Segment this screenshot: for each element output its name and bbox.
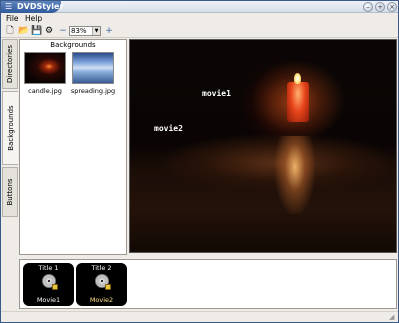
candle-image: [287, 82, 309, 122]
tab-directories-label: Directories: [6, 44, 14, 84]
title-tile[interactable]: Title 2 Movie2: [76, 263, 127, 306]
title-tab: ☰ DVDStyler: [1, 1, 64, 13]
minimize-icon[interactable]: –: [363, 2, 373, 12]
new-file-icon[interactable]: 🗋: [5, 26, 15, 36]
close-icon[interactable]: ×: [387, 2, 397, 12]
title-movie-label: Movie1: [36, 296, 61, 304]
film-badge-icon: [52, 284, 58, 290]
window-title: DVDStyler: [17, 2, 64, 11]
menu-button-movie1[interactable]: movie1: [202, 89, 231, 98]
titles-panel: Title 1 Movie1 Title 2 Movie2: [19, 259, 397, 309]
title-bar: ☰ DVDStyler – + ×: [1, 1, 398, 13]
app-window: ☰ DVDStyler – + × File Help 🗋 📂 💾 ⚙ − 83…: [0, 0, 399, 323]
zoom-value: 83%: [71, 27, 87, 35]
resize-grip-icon[interactable]: ◢: [389, 314, 396, 321]
candle-flame: [294, 73, 301, 84]
toolbar: 🗋 📂 💾 ⚙ − 83% ▼ +: [1, 24, 398, 38]
film-badge-icon: [105, 284, 111, 290]
maximize-icon[interactable]: +: [375, 2, 385, 12]
title-movie-label: Movie2: [89, 296, 114, 304]
floor-reflection: [275, 136, 315, 214]
tab-backgrounds-label: Backgrounds: [6, 105, 15, 151]
zoom-out-icon[interactable]: −: [58, 26, 68, 36]
tab-backgrounds[interactable]: Backgrounds: [2, 91, 18, 165]
open-folder-icon[interactable]: 📂: [18, 26, 29, 36]
background-label: candle.jpg: [28, 87, 62, 95]
window-menu-icon[interactable]: ☰: [5, 3, 13, 11]
background-thumbnail-candle[interactable]: [24, 52, 66, 84]
tab-buttons-label: Buttons: [6, 178, 14, 206]
backgrounds-panel: Backgrounds candle.jpg spreading.jpg: [19, 39, 127, 255]
status-bar: ◢: [1, 311, 398, 322]
tab-directories[interactable]: Directories: [2, 39, 18, 89]
zoom-select[interactable]: 83% ▼: [69, 26, 101, 36]
side-tabs: Directories Backgrounds Buttons: [2, 39, 18, 257]
settings-icon[interactable]: ⚙: [44, 26, 54, 36]
tab-buttons[interactable]: Buttons: [2, 167, 18, 217]
menu-file[interactable]: File: [6, 14, 19, 24]
menu-bar: File Help: [1, 14, 398, 24]
title-tile[interactable]: Title 1 Movie1: [23, 263, 74, 306]
background-label: spreading.jpg: [70, 87, 116, 95]
menu-button-movie2[interactable]: movie2: [154, 124, 183, 133]
title-label: Title 2: [91, 264, 112, 272]
menu-preview-canvas[interactable]: movie1 movie2: [129, 39, 397, 253]
chevron-down-icon[interactable]: ▼: [92, 27, 100, 35]
menu-help[interactable]: Help: [25, 14, 42, 24]
backgrounds-panel-title: Backgrounds: [50, 41, 96, 49]
title-label: Title 1: [38, 264, 59, 272]
zoom-in-icon[interactable]: +: [104, 26, 114, 36]
background-thumbnail-spreading[interactable]: [72, 52, 114, 84]
save-icon[interactable]: 💾: [31, 26, 42, 36]
